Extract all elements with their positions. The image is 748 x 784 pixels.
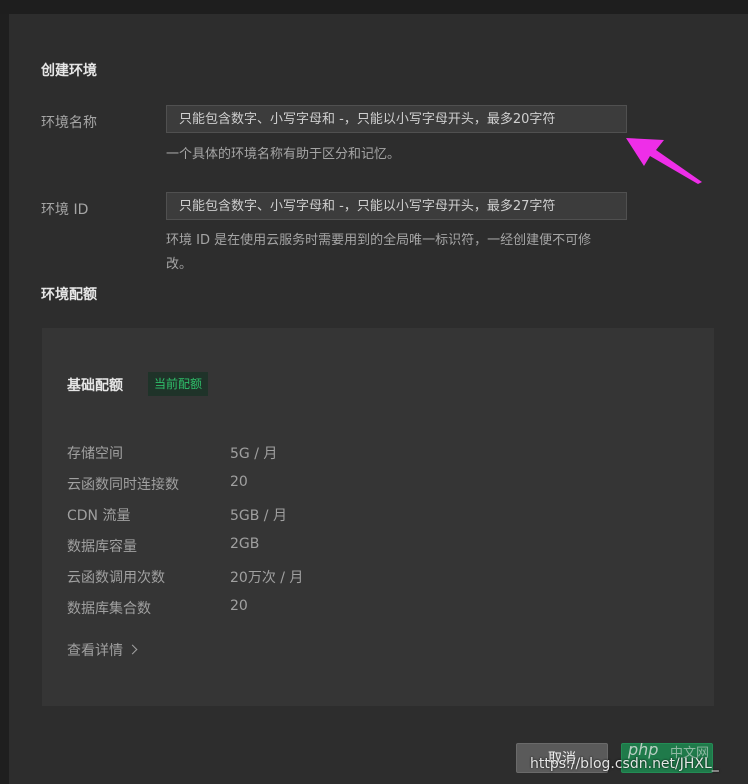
- plan-title: 基础配额: [67, 378, 123, 394]
- create-environment-title: 创建环境: [41, 63, 97, 79]
- quota-panel: 基础配额 当前配额 存储空间 5G / 月 云函数同时连接数 20 CDN 流量…: [42, 328, 714, 706]
- spec-label: 云函数调用次数: [67, 570, 165, 586]
- spec-label: 数据库集合数: [67, 601, 151, 617]
- background-window-edge: [0, 14, 9, 784]
- annotation-arrow-icon: [626, 138, 702, 184]
- current-quota-badge: 当前配额: [148, 372, 209, 396]
- page: 创建环境 环境名称 一个具体的环境名称有助于区分和记忆。 环境 ID 环境 ID…: [0, 0, 748, 784]
- spec-label: 存储空间: [67, 446, 123, 462]
- env-name-label: 环境名称: [41, 115, 97, 131]
- view-details-link[interactable]: 查看详情: [67, 640, 138, 660]
- environment-quota-title: 环境配额: [41, 287, 97, 303]
- env-id-label: 环境 ID: [41, 202, 89, 218]
- spec-value: 20: [230, 474, 248, 490]
- view-details-label: 查看详情: [67, 643, 123, 659]
- chevron-right-icon: [127, 644, 138, 655]
- spec-row: 云函数同时连接数 20: [67, 474, 667, 496]
- spec-value: 5G / 月: [230, 446, 278, 462]
- watermark-url: https://blog.csdn.net/JHXL_: [530, 756, 719, 772]
- spec-value: 5GB / 月: [230, 508, 287, 524]
- spec-row: 数据库集合数 20: [67, 598, 667, 620]
- spec-label: 数据库容量: [67, 539, 137, 555]
- env-id-input[interactable]: [166, 192, 627, 220]
- spec-value: 20万次 / 月: [230, 570, 304, 586]
- env-id-help-line-1: 环境 ID 是在使用云服务时需要用到的全局唯一标识符，一经创建便不可修: [166, 233, 592, 248]
- env-name-input[interactable]: [166, 105, 627, 133]
- spec-value: 20: [230, 598, 248, 614]
- spec-label: CDN 流量: [67, 508, 131, 524]
- env-id-help-line-2: 改。: [166, 257, 193, 272]
- spec-row: 数据库容量 2GB: [67, 536, 667, 558]
- env-name-help: 一个具体的环境名称有助于区分和记忆。: [166, 147, 401, 162]
- spec-row: CDN 流量 5GB / 月: [67, 505, 667, 527]
- spec-value: 2GB: [230, 536, 260, 552]
- spec-label: 云函数同时连接数: [67, 477, 179, 493]
- window-top-strip: [0, 0, 748, 14]
- spec-row: 云函数调用次数 20万次 / 月: [67, 567, 667, 589]
- spec-row: 存储空间 5G / 月: [67, 443, 667, 465]
